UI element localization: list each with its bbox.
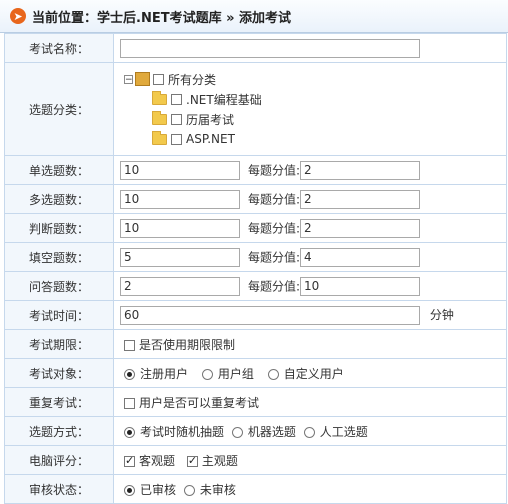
repeat-checkbox-label: 用户是否可以重复考试 <box>139 395 260 410</box>
audit-option-label: 已审核 <box>140 482 177 497</box>
judge-count-label: 判断题数： <box>4 213 114 243</box>
root-category-icon <box>135 72 150 86</box>
single-count-label: 单选题数： <box>4 155 114 185</box>
exam-name-label: 考试名称： <box>4 33 114 63</box>
mode-manual-radio[interactable] <box>303 426 315 438</box>
category-tree: − 所有分类 .NET编程基础 历届考试 ASP.NET <box>120 63 506 155</box>
collapse-icon[interactable]: − <box>124 74 133 84</box>
target-group-radio[interactable] <box>201 368 213 380</box>
audit-option-label: 未审核 <box>199 482 236 497</box>
audit-label: 审核状态： <box>4 474 114 504</box>
target-custom-radio[interactable] <box>267 368 279 380</box>
mode-option-label: 人工选题 <box>319 424 368 439</box>
score-label: 每题分值: <box>248 221 301 235</box>
category-root-checkbox[interactable] <box>153 73 164 85</box>
score-label: 每题分值: <box>248 163 301 177</box>
qa-count-input[interactable] <box>120 276 240 296</box>
category-root-label: 所有分类 <box>168 72 217 87</box>
repeat-label: 重复考试： <box>4 387 114 417</box>
grading-subjective-checkbox[interactable] <box>186 454 198 467</box>
multi-count-input[interactable] <box>120 189 240 209</box>
category-item-label: ASP.NET <box>186 132 235 146</box>
score-label: 每题分值: <box>248 192 301 206</box>
repeat-checkbox[interactable] <box>124 397 135 409</box>
category-label: 选题分类： <box>4 62 114 156</box>
category-checkbox[interactable] <box>171 93 182 105</box>
category-item-label: 历届考试 <box>186 112 235 127</box>
multi-count-label: 多选题数： <box>4 184 114 214</box>
audit-approved-radio[interactable] <box>124 484 135 496</box>
category-item-label: .NET编程基础 <box>186 92 262 107</box>
time-unit: 分钟 <box>429 308 454 322</box>
period-label: 考试期限： <box>4 329 114 359</box>
target-option-label: 注册用户 <box>140 366 189 381</box>
mode-option-label: 考试时随机抽题 <box>140 424 225 439</box>
mode-label: 选题方式： <box>4 416 114 446</box>
target-option-label: 用户组 <box>217 366 254 381</box>
judge-score-input[interactable] <box>300 218 421 238</box>
mode-machine-radio[interactable] <box>231 426 243 438</box>
multi-score-input[interactable] <box>300 189 421 209</box>
score-label: 每题分值: <box>248 250 301 264</box>
category-checkbox[interactable] <box>171 133 182 145</box>
grading-objective-checkbox[interactable] <box>124 454 135 467</box>
grading-option-label: 客观题 <box>139 453 176 468</box>
exam-name-input[interactable] <box>120 38 420 58</box>
page-title: 当前位置：学士后.NET考试题库 » 添加考试 <box>32 10 292 26</box>
target-option-label: 自定义用户 <box>283 366 344 381</box>
folder-icon <box>152 90 167 105</box>
qa-count-label: 问答题数： <box>4 271 114 301</box>
exam-time-label: 考试时间： <box>4 300 114 330</box>
mode-option-label: 机器选题 <box>247 424 296 439</box>
score-label: 每题分值: <box>248 279 301 293</box>
add-exam-form: 考试名称： 选题分类： − 所有分类 .NET编程基础 历届考试 ASP.NET… <box>4 33 507 504</box>
location-bar: ➤ 当前位置：学士后.NET考试题库 » 添加考试 <box>0 0 508 33</box>
mode-random-radio[interactable] <box>124 426 135 438</box>
target-label: 考试对象： <box>4 358 114 388</box>
grading-option-label: 主观题 <box>201 453 238 468</box>
grading-label: 电脑评分： <box>4 445 114 475</box>
qa-score-input[interactable] <box>300 276 421 296</box>
exam-time-input[interactable] <box>120 305 420 325</box>
period-checkbox[interactable] <box>124 339 135 351</box>
fill-score-input[interactable] <box>300 247 421 267</box>
target-registered-radio[interactable] <box>124 368 135 380</box>
location-arrow-icon: ➤ <box>10 8 26 24</box>
folder-icon <box>152 130 167 145</box>
single-count-input[interactable] <box>120 160 240 180</box>
fill-count-input[interactable] <box>120 247 240 267</box>
folder-icon <box>152 110 167 125</box>
category-checkbox[interactable] <box>171 113 182 125</box>
period-checkbox-label: 是否使用期限限制 <box>139 337 236 352</box>
judge-count-input[interactable] <box>120 218 240 238</box>
audit-pending-radio[interactable] <box>183 484 195 496</box>
single-score-input[interactable] <box>300 160 421 180</box>
fill-count-label: 填空题数： <box>4 242 114 272</box>
